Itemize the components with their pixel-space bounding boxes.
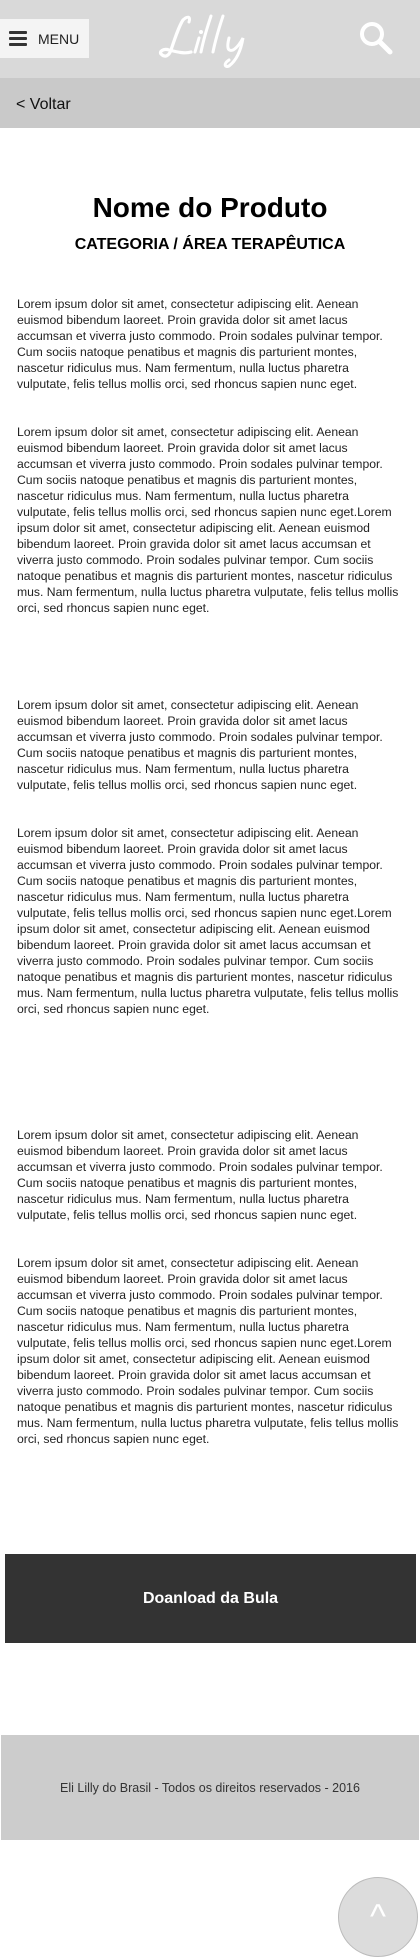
lilly-logo bbox=[158, 14, 245, 68]
product-category: CATEGORIA / ÁREA TERAPÊUTICA bbox=[74, 236, 346, 253]
copyright-text: Eli Lilly do Brasil - Todos os direitos … bbox=[60, 1780, 360, 1795]
menu-button[interactable]: MENU bbox=[0, 19, 89, 58]
paragraph: Lorem ipsum dolor sit amet, consectetur … bbox=[17, 826, 399, 1016]
paragraph: Lorem ipsum dolor sit amet, consectetur … bbox=[17, 297, 383, 391]
hamburger-icon bbox=[9, 31, 27, 46]
paragraph: Lorem ipsum dolor sit amet, consectetur … bbox=[17, 1256, 399, 1446]
back-bar: < Voltar bbox=[0, 78, 420, 128]
back-link[interactable]: < Voltar bbox=[16, 96, 71, 114]
paragraph: Lorem ipsum dolor sit amet, consectetur … bbox=[17, 698, 383, 792]
menu-label: MENU bbox=[38, 31, 80, 47]
site-header: MENU bbox=[0, 0, 420, 78]
paragraph: Lorem ipsum dolor sit amet, consectetur … bbox=[17, 425, 399, 615]
download-button[interactable]: Doanload da Bula bbox=[5, 1554, 416, 1643]
product-title: Nome do Produto bbox=[92, 192, 328, 223]
search-icon[interactable] bbox=[358, 20, 394, 56]
chevron-up-icon: ^ bbox=[370, 1897, 386, 1936]
site-footer: Eli Lilly do Brasil - Todos os direitos … bbox=[1, 1735, 419, 1840]
back-to-top-button[interactable]: ^ bbox=[338, 1877, 418, 1957]
paragraph: Lorem ipsum dolor sit amet, consectetur … bbox=[17, 1128, 383, 1222]
